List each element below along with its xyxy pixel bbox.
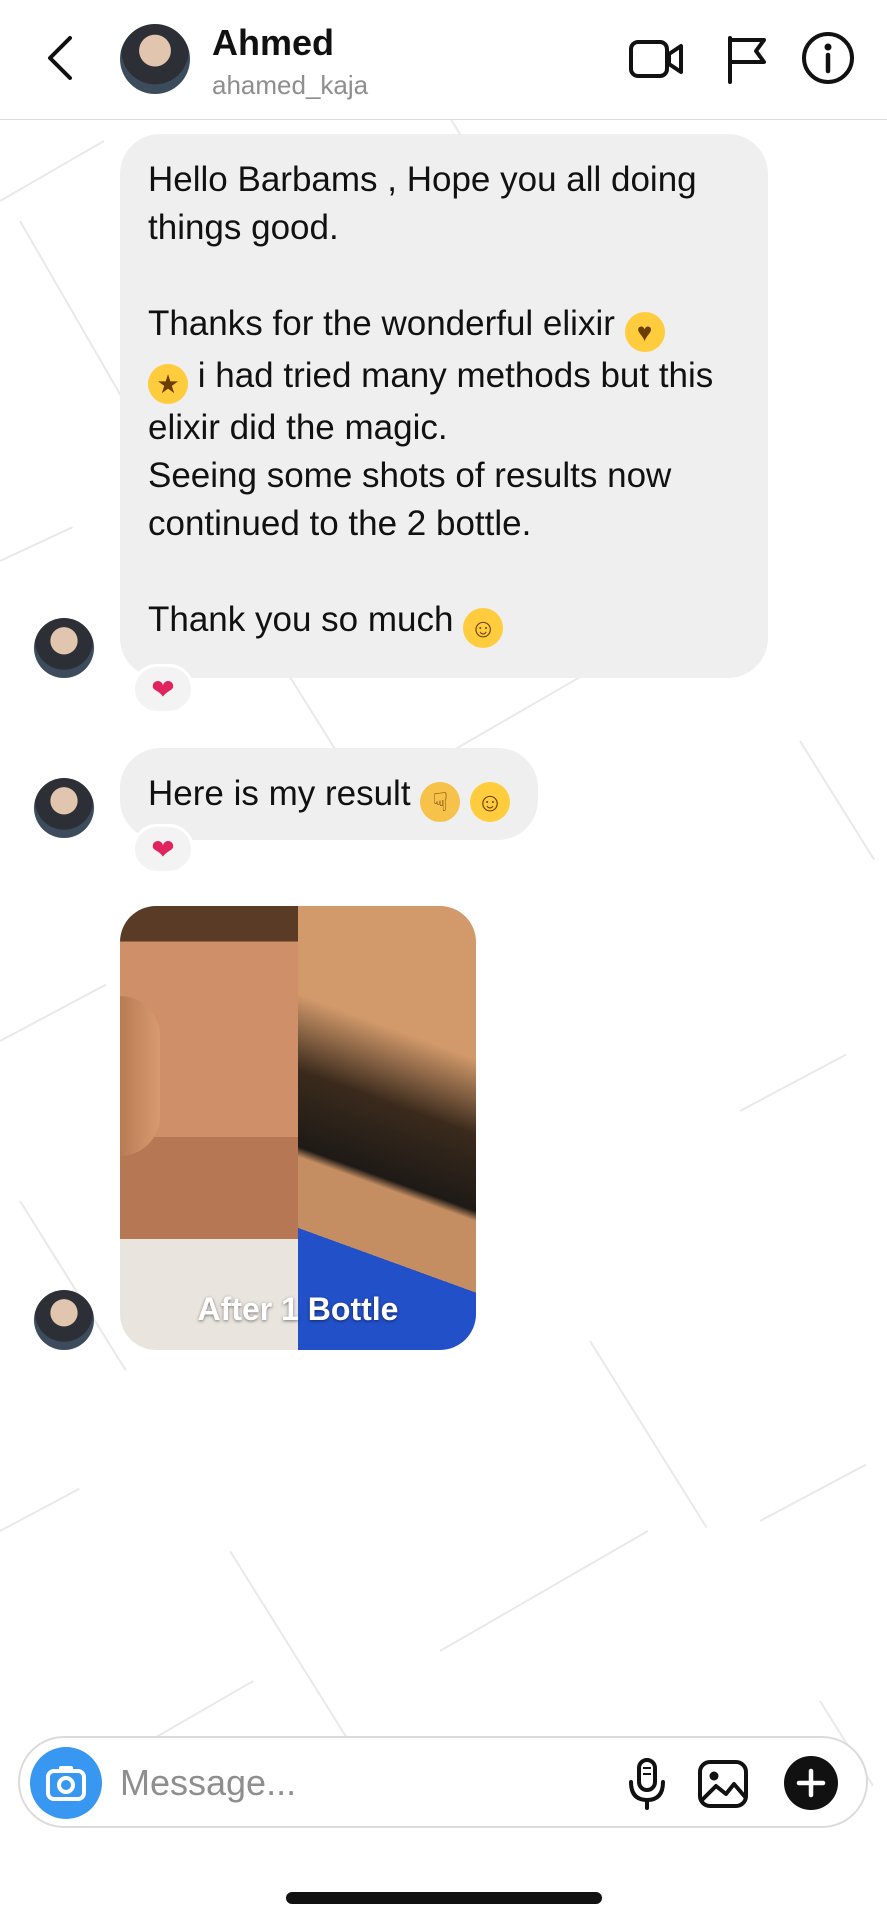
plus-icon[interactable] [782,1754,840,1812]
microphone-icon[interactable] [620,1756,674,1812]
home-indicator[interactable] [286,1892,602,1904]
chat-header: Ahmed ahamed_kaja [0,0,887,120]
sender-avatar[interactable] [34,778,94,838]
photo-after-half [298,906,476,1350]
smiling-emoji: ☺ [463,608,504,648]
message-text: Thanks for the wonderful elixir [148,304,615,343]
message-text: Here is my result [148,774,411,813]
camera-icon [46,1766,86,1801]
video-call-icon[interactable] [628,34,684,84]
header-avatar[interactable] [120,24,190,94]
pointing-down-emoji: ☟ [420,782,461,822]
flag-icon[interactable] [720,34,776,84]
camera-button[interactable] [30,1747,102,1819]
grinning-emoji: ☺ [470,782,511,822]
message-composer [18,1736,868,1828]
contact-username[interactable]: ahamed_kaja [212,70,368,101]
photo-before-half [120,906,298,1350]
message-text: Thank you so much [148,600,454,639]
message-bubble-result[interactable]: Here is my result ☟ ☺ [120,748,539,840]
result-photo[interactable]: After 1 Bottle [120,906,476,1350]
back-icon[interactable] [40,30,80,86]
sender-avatar[interactable] [34,618,94,678]
contact-name[interactable]: Ahmed [212,22,334,64]
sender-avatar[interactable] [34,1290,94,1350]
star-struck-emoji: ★ [148,364,188,404]
info-icon[interactable] [800,30,856,86]
message-text: Hello Barbams , Hope you all doing thing… [148,160,697,247]
photo-caption: After 1 Bottle [197,1291,399,1327]
message-bubble-greeting[interactable]: Hello Barbams , Hope you all doing thing… [120,134,768,678]
gallery-icon[interactable] [696,1756,750,1812]
message-text: Seeing some shots of results now continu… [148,456,672,543]
heart-eyes-emoji: ♥ [624,312,665,352]
heart-reaction[interactable]: ❤ [132,824,194,874]
heart-reaction[interactable]: ❤ [132,664,194,714]
message-text: i had tried many methods but this elixir… [148,356,714,447]
message-input[interactable] [120,1756,620,1810]
